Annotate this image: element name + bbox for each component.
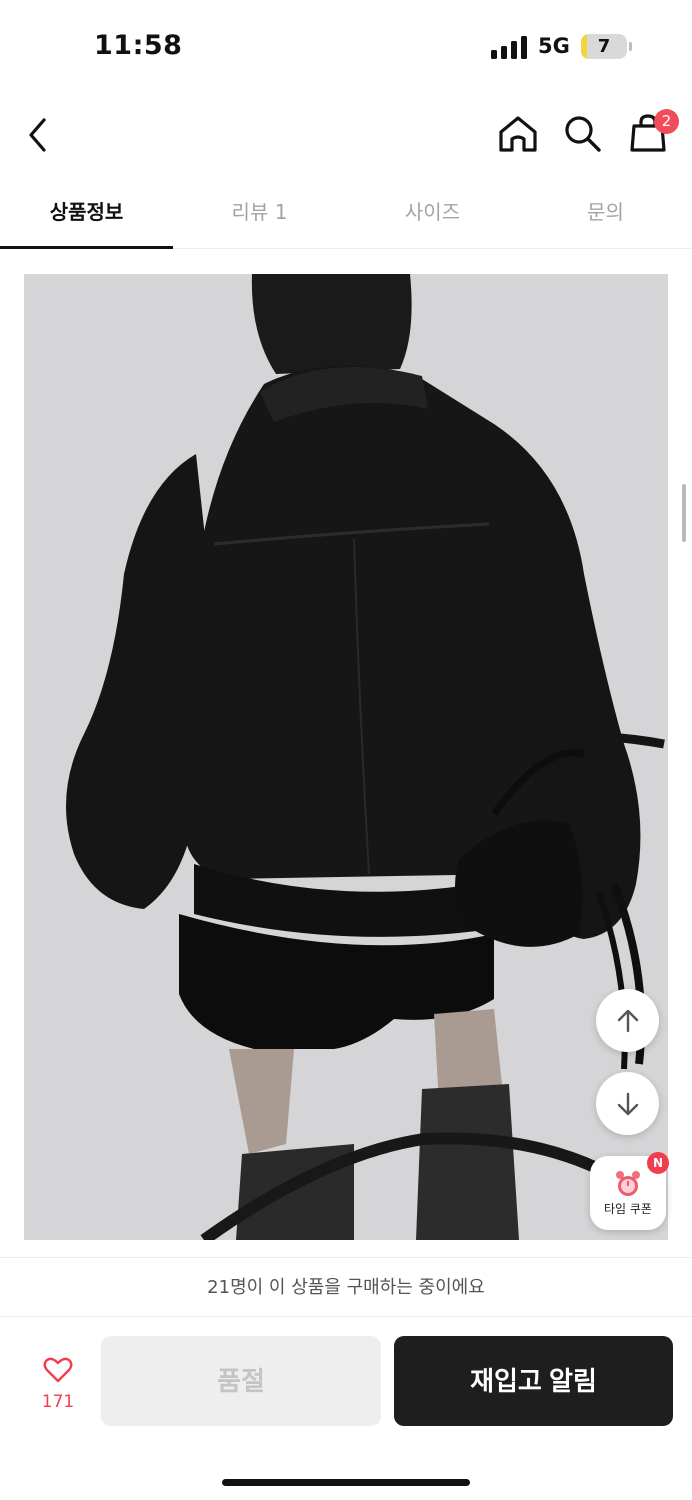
heart-icon	[43, 1357, 73, 1383]
product-image	[24, 274, 668, 1240]
tab-product-info[interactable]: 상품정보	[0, 180, 173, 249]
battery-cap	[629, 42, 632, 51]
tab-size[interactable]: 사이즈	[346, 180, 519, 248]
arrow-down-icon	[617, 1092, 639, 1116]
home-indicator	[222, 1479, 470, 1486]
network-type: 5G	[538, 34, 570, 58]
tab-inquiry[interactable]: 문의	[519, 180, 692, 248]
tab-reviews[interactable]: 리뷰 1	[173, 180, 346, 248]
arrow-up-icon	[617, 1009, 639, 1033]
battery-icon: 7	[581, 34, 627, 59]
purchase-notice: 21명이 이 상품을 구매하는 중이에요	[0, 1257, 692, 1317]
battery-level: 7	[597, 36, 611, 57]
scroll-to-top-button[interactable]	[596, 989, 659, 1052]
soldout-button[interactable]: 품절	[101, 1336, 381, 1426]
status-bar: 11:58 5G 7	[0, 0, 692, 95]
status-time: 11:58	[94, 30, 183, 61]
chevron-left-icon[interactable]	[24, 115, 54, 155]
coupon-label: 타임 쿠폰	[604, 1202, 652, 1216]
restock-alert-button[interactable]: 재입고 알림	[394, 1336, 673, 1426]
search-icon[interactable]	[562, 113, 604, 155]
home-icon[interactable]	[496, 113, 540, 155]
new-badge: N	[647, 1152, 669, 1174]
scroll-to-bottom-button[interactable]	[596, 1072, 659, 1135]
like-button[interactable]: 171	[30, 1350, 86, 1420]
alarm-clock-icon	[616, 1171, 640, 1196]
top-nav	[0, 95, 692, 175]
cart-count-badge: 2	[654, 109, 679, 134]
product-tabs: 상품정보 리뷰 1 사이즈 문의	[0, 180, 692, 249]
signal-icon	[491, 35, 527, 59]
scrollbar[interactable]	[682, 484, 686, 542]
like-count: 171	[41, 1392, 75, 1412]
